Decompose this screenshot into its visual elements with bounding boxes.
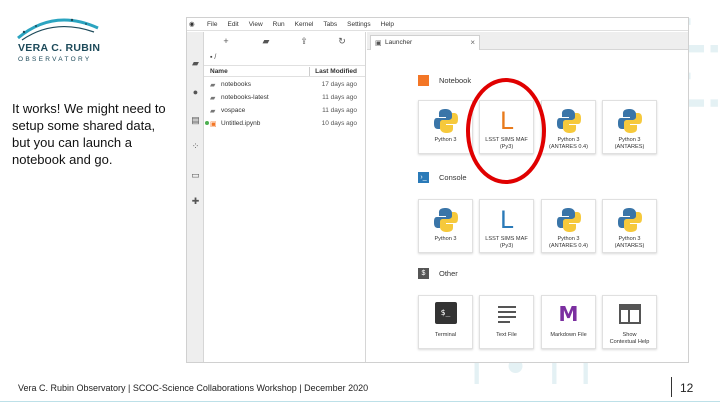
- annotation-ellipse: [466, 78, 546, 184]
- close-icon[interactable]: ×: [470, 38, 475, 47]
- menu-settings[interactable]: Settings: [347, 21, 371, 28]
- launcher-card-markdown-file[interactable]: M Markdown File: [541, 295, 596, 349]
- notebook-icon: ▣: [210, 121, 217, 128]
- markdown-icon: M: [558, 302, 579, 326]
- launcher-card-console-python3-antares-04[interactable]: Python 3 (ANTARES 0.4): [541, 199, 596, 253]
- upload-icon[interactable]: ⇪: [298, 36, 310, 47]
- notebook-section-icon: [418, 75, 429, 86]
- folder-icon: ▰: [210, 82, 216, 89]
- logo-subtitle: OBSERVATORY: [18, 56, 92, 63]
- bottom-rule: [0, 401, 720, 402]
- python-logo-icon: [542, 107, 595, 135]
- page-number-divider: [671, 377, 672, 397]
- folder-icon: ▰: [210, 95, 216, 102]
- tab-bar: ▣ Launcher ×: [367, 32, 688, 50]
- refresh-icon[interactable]: ↻: [336, 36, 348, 47]
- breadcrumb[interactable]: ▪ /: [210, 54, 216, 61]
- menu-bar: ◉ File Edit View Run Kernel Tabs Setting…: [187, 18, 688, 31]
- menu-view[interactable]: View: [249, 21, 263, 28]
- jupyter-icon: ◉: [189, 21, 195, 28]
- rubin-logo: VERA C. RUBIN OBSERVATORY: [14, 14, 100, 72]
- other-section-icon: $: [418, 268, 429, 279]
- slide-footer: Vera C. Rubin Observatory | SCOC-Science…: [18, 383, 369, 393]
- logo-title: VERA C. RUBIN: [18, 42, 101, 54]
- python-logo-icon: [419, 206, 472, 234]
- launcher-card-text-file[interactable]: Text File: [479, 295, 534, 349]
- launcher-card-notebook-python3-antares[interactable]: Python 3 (ANTARES): [602, 100, 657, 154]
- logo-arc-icon: [17, 18, 99, 41]
- commands-icon[interactable]: ▤: [190, 115, 201, 126]
- file-row[interactable]: ▣ Untitled.ipynb 10 days ago: [204, 118, 365, 131]
- folder-icon: ▰: [210, 108, 216, 115]
- launcher-card-console-python3-antares[interactable]: Python 3 (ANTARES): [602, 199, 657, 253]
- menu-file[interactable]: File: [207, 21, 217, 28]
- column-last-modified[interactable]: Last Modified: [315, 68, 357, 75]
- launcher-card-console-python3[interactable]: Python 3: [418, 199, 473, 253]
- menu-run[interactable]: Run: [273, 21, 285, 28]
- python-logo-icon: [603, 107, 656, 135]
- launcher-card-contextual-help[interactable]: Show Contextual Help: [602, 295, 657, 349]
- new-launcher-icon[interactable]: +: [220, 36, 232, 46]
- left-sidebar: ▰ ● ▤ ⁘ ▭ ✚: [187, 32, 204, 362]
- page-number: 12: [680, 381, 694, 395]
- menu-help[interactable]: Help: [381, 21, 394, 28]
- tab-launcher[interactable]: ▣ Launcher ×: [370, 35, 480, 50]
- running-icon[interactable]: ●: [190, 87, 201, 98]
- tabs-icon[interactable]: ▭: [190, 170, 201, 181]
- help-window-icon: [603, 302, 656, 330]
- launcher-card-terminal[interactable]: $_ Terminal: [418, 295, 473, 349]
- file-list-header: Name Last Modified: [204, 65, 365, 77]
- python-logo-icon: [542, 206, 595, 234]
- console-section-icon: ›_: [418, 172, 429, 183]
- new-folder-icon[interactable]: ▰: [260, 36, 272, 47]
- python-logo-icon: [603, 206, 656, 234]
- file-browser: + ▰ ⇪ ↻ ▪ / Name Last Modified ▰ noteboo…: [204, 32, 366, 362]
- file-row[interactable]: ▰ notebooks 17 days ago: [204, 79, 365, 92]
- extensions-icon[interactable]: ⁘: [190, 141, 201, 152]
- menu-edit[interactable]: Edit: [227, 21, 238, 28]
- menu-tabs[interactable]: Tabs: [323, 21, 337, 28]
- slide-caption: It works! We might need to setup some sh…: [12, 101, 166, 167]
- launcher-icon: ▣: [375, 40, 382, 47]
- terminal-icon: $_: [419, 302, 472, 330]
- launcher-card-notebook-python3-antares-04[interactable]: Python 3 (ANTARES 0.4): [541, 100, 596, 154]
- python-logo-icon: [419, 107, 472, 135]
- launcher-card-console-lsst-sims-maf[interactable]: L LSST SIMS MAF (Py3): [479, 199, 534, 253]
- menu-kernel[interactable]: Kernel: [295, 21, 314, 28]
- launcher-card-notebook-python3[interactable]: Python 3: [418, 100, 473, 154]
- file-row[interactable]: ▰ notebooks-latest 11 days ago: [204, 92, 365, 105]
- text-file-icon: [480, 302, 533, 330]
- lsst-l-icon: L: [499, 206, 514, 234]
- running-dot-icon: [205, 121, 209, 125]
- file-browser-toolbar: + ▰ ⇪ ↻: [204, 32, 365, 52]
- file-row[interactable]: ▰ vospace 11 days ago: [204, 105, 365, 118]
- folder-icon[interactable]: ▰: [190, 58, 201, 69]
- puzzle-icon[interactable]: ✚: [190, 196, 201, 207]
- column-name[interactable]: Name: [210, 68, 228, 75]
